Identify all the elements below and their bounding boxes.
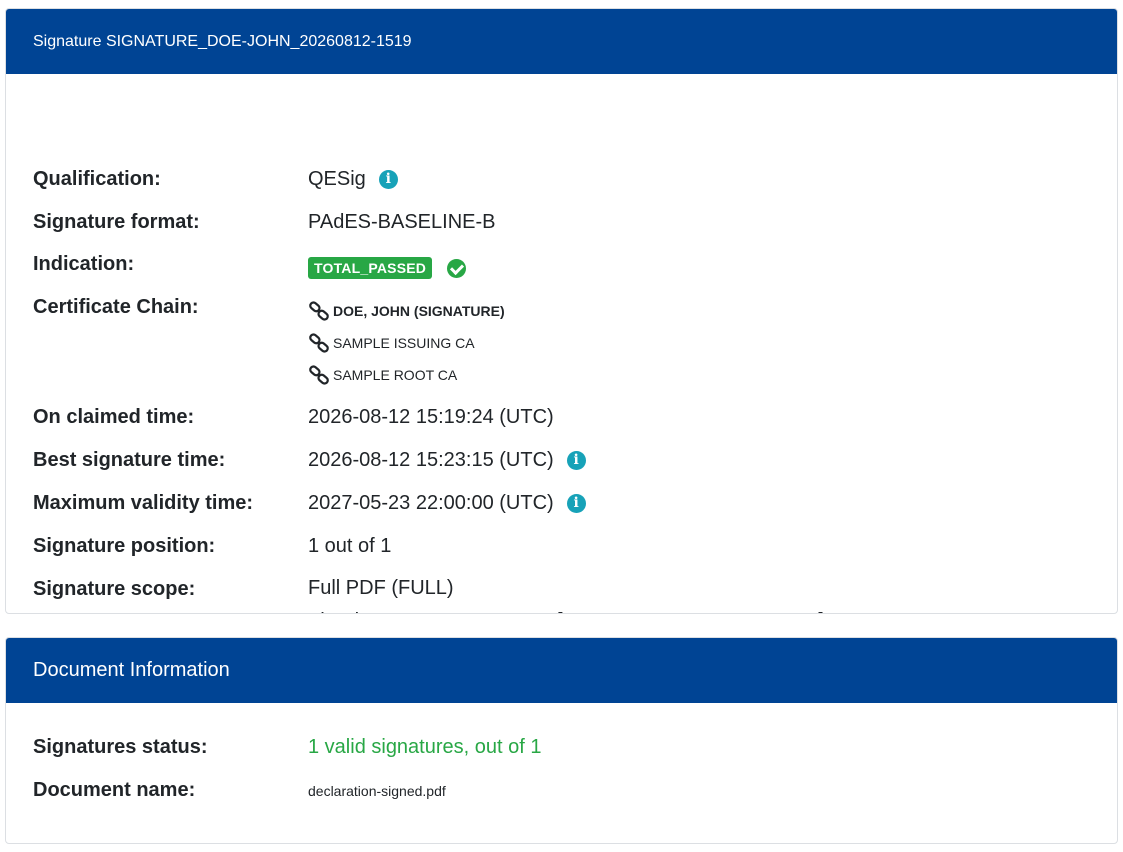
best-time-value: 2026-08-12 15:23:15 (UTC) — [308, 449, 554, 471]
signatures-status-label: Signatures status: — [33, 736, 208, 758]
claimed-time-label: On claimed time: — [33, 406, 195, 428]
indication-value-wrap: TOTAL_PASSED — [308, 257, 467, 279]
status-badge: TOTAL_PASSED — [308, 257, 433, 279]
format-label: Signature format: — [33, 211, 200, 233]
position-value: 1 out of 1 — [308, 535, 392, 557]
document-card: Document Information Signatures status: … — [5, 637, 1118, 844]
certificate-chain-list: DOE, JOHN (SIGNATURE) SAMPLE ISSUING CA — [308, 295, 505, 391]
chain-item-label: SAMPLE ISSUING CA — [333, 335, 475, 351]
document-title: Document Information — [33, 659, 230, 681]
scope-value-wrap: Full PDF (FULL) The document ByteRange :… — [308, 572, 824, 613]
check-circle-icon — [447, 258, 467, 278]
best-time-label: Best signature time: — [33, 449, 226, 471]
info-icon[interactable]: i — [566, 451, 586, 470]
format-value: PAdES-BASELINE-B — [308, 211, 496, 233]
certificate-chain-label: Certificate Chain: — [33, 296, 199, 318]
max-validity-value-wrap: 2027-05-23 22:00:00 (UTC) i — [308, 492, 586, 515]
indication-label: Indication: — [33, 253, 135, 275]
scope-label: Signature scope: — [33, 578, 196, 600]
info-icon[interactable]: i — [378, 170, 398, 189]
chain-item[interactable]: SAMPLE ROOT CA — [308, 359, 457, 391]
qualification-label: Qualification: — [33, 168, 161, 190]
scope-value: Full PDF (FULL) — [308, 577, 454, 599]
chain-item-label: DOE, JOHN (SIGNATURE) — [333, 303, 505, 319]
link-icon — [309, 365, 329, 385]
max-validity-label: Maximum validity time: — [33, 492, 254, 514]
document-name-value: declaration-signed.pdf — [308, 783, 446, 799]
best-time-value-wrap: 2026-08-12 15:23:15 (UTC) i — [308, 449, 586, 472]
chain-item[interactable]: SAMPLE ISSUING CA — [308, 327, 475, 359]
signature-card: Signature SIGNATURE_DOE-JOHN_20260812-15… — [5, 8, 1118, 614]
max-validity-value: 2027-05-23 22:00:00 (UTC) — [308, 492, 554, 514]
link-icon — [309, 333, 329, 353]
signature-card-header[interactable]: Signature SIGNATURE_DOE-JOHN_20260812-15… — [6, 9, 1117, 74]
link-icon — [309, 301, 329, 321]
info-icon[interactable]: i — [566, 494, 586, 513]
position-label: Signature position: — [33, 535, 216, 557]
scope-detail: The document ByteRange : [0, 6859475, 68… — [308, 605, 824, 613]
chain-item-label: SAMPLE ROOT CA — [333, 367, 458, 383]
document-card-header[interactable]: Document Information — [6, 638, 1117, 703]
signatures-status-value: 1 valid signatures, out of 1 — [308, 736, 542, 758]
signature-title: Signature SIGNATURE_DOE-JOHN_20260812-15… — [33, 32, 412, 50]
claimed-time-value: 2026-08-12 15:19:24 (UTC) — [308, 406, 554, 428]
qualification-value: QESig — [308, 168, 366, 190]
qualification-value-wrap: QESig i — [308, 168, 398, 191]
document-name-label: Document name: — [33, 779, 196, 801]
chain-item[interactable]: DOE, JOHN (SIGNATURE) — [308, 295, 505, 327]
